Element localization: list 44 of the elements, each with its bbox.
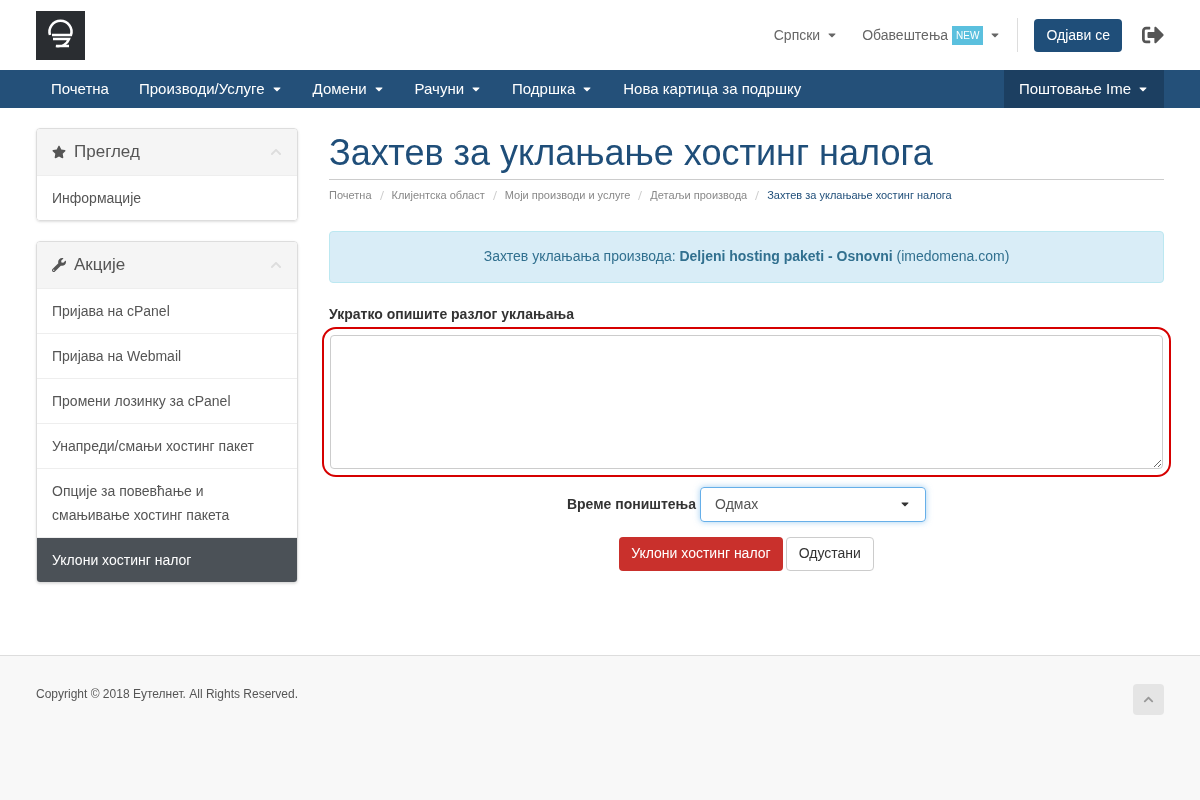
panel-title: Преглед: [74, 141, 140, 164]
cancel-button[interactable]: Одустани: [785, 536, 874, 571]
logo-icon[interactable]: [36, 10, 85, 60]
breadcrumb-separator-icon: [638, 190, 643, 200]
info-alert: Захтев уклањања производа: Deljeni hosting paketi - Osnovni (imedomena.com): [329, 230, 1164, 283]
sidebar-item[interactable]: Опције за повевћање и смањивање хостинг пакета: [37, 468, 297, 537]
sidebar-item[interactable]: Пријава на Webmail: [37, 333, 297, 378]
page-title: Захтев за уклањање хостинг налога: [329, 128, 1164, 180]
panel-title: Акције: [74, 254, 126, 277]
collapse-icon[interactable]: [270, 259, 282, 271]
reason-label: Укратко опишите разлог уклањања: [329, 304, 575, 324]
nav-item[interactable]: Рачуни: [399, 70, 498, 108]
timing-label: Време поништења: [566, 494, 697, 514]
wrench-icon: [52, 258, 66, 272]
sidebar-item[interactable]: Информације: [37, 175, 297, 220]
nav-item[interactable]: Домени: [297, 70, 400, 108]
breadcrumb-link[interactable]: Моји производи и услуге: [504, 187, 631, 204]
collapse-icon[interactable]: [270, 146, 282, 158]
chevron-up-icon: [1143, 694, 1154, 705]
sidebar-item[interactable]: Уклони хостинг налог: [37, 537, 297, 582]
breadcrumb-link[interactable]: Клијентска област: [391, 187, 485, 204]
language-menu[interactable]: Српски: [773, 24, 839, 46]
nav-item[interactable]: Почетна: [36, 70, 124, 108]
remove-account-button[interactable]: Уклони хостинг налог: [619, 536, 783, 571]
breadcrumb-separator-icon: [492, 190, 497, 200]
sidebar-item[interactable]: Унапреди/смањи хостинг пакет: [37, 423, 297, 468]
nav-item[interactable]: Нова картица за подршку: [608, 70, 817, 108]
sidebar-item[interactable]: Пријава на cPanel: [37, 288, 297, 333]
sidebar-item[interactable]: Промени лозинку за cPanel: [37, 378, 297, 423]
timing-select[interactable]: Одмах: [700, 486, 927, 522]
star-icon: [52, 145, 66, 159]
nav-item[interactable]: Подршка: [497, 70, 609, 108]
breadcrumb-separator-icon: [755, 190, 760, 200]
nav-item[interactable]: Производи/Услуге: [123, 70, 298, 108]
breadcrumb-link[interactable]: Почетна: [329, 187, 372, 204]
breadcrumb-separator-icon: [379, 190, 384, 200]
back-to-top-button[interactable]: [1133, 684, 1164, 715]
logout-icon[interactable]: [1142, 24, 1164, 46]
copyright-text: Copyright © 2018 Еутелнет. All Rights Reserved.: [36, 686, 298, 703]
logout-button[interactable]: Одјави се: [1034, 18, 1122, 52]
notifications-menu[interactable]: Обавештења NEW: [862, 24, 1002, 46]
new-badge: NEW: [952, 25, 984, 45]
breadcrumb-link[interactable]: Детаљи производа: [650, 187, 748, 204]
account-menu[interactable]: Поштовање Ime: [1003, 70, 1164, 108]
